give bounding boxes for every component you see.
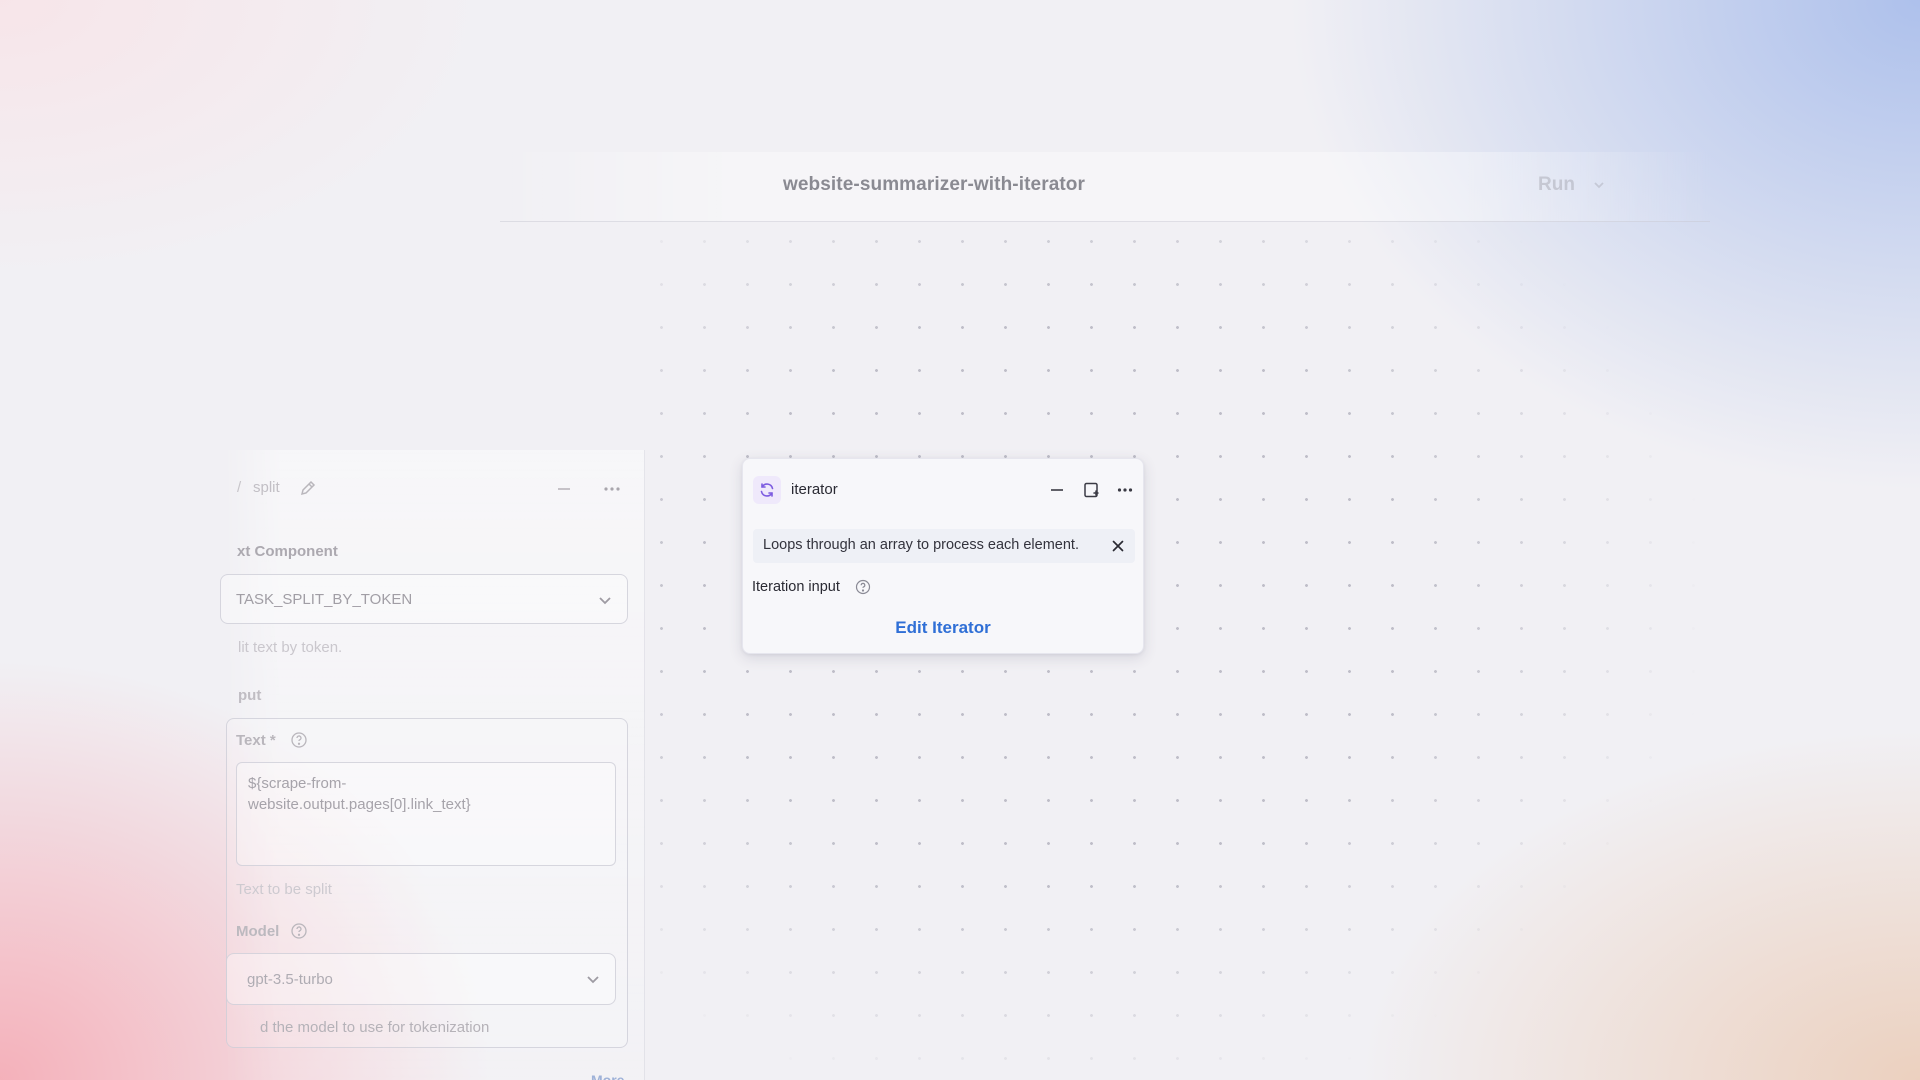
pipeline-title: website-summarizer-with-iterator (783, 174, 1085, 195)
model-select-value: gpt-3.5-turbo (247, 971, 333, 988)
split-node-title: split (253, 479, 280, 496)
iterator-info-banner: Loops through an array to process each e… (753, 529, 1135, 563)
iterator-info-text: Loops through an array to process each e… (763, 537, 1079, 553)
loop-icon (760, 483, 774, 497)
more-options-button[interactable] (1114, 479, 1136, 501)
task-select-value: TASK_SPLIT_BY_TOKEN (236, 591, 413, 608)
help-circle-icon[interactable] (855, 579, 871, 595)
expand-icon (1084, 482, 1099, 498)
more-link[interactable]: More (591, 1072, 624, 1080)
iterator-node-icon-wrap (753, 476, 781, 504)
run-button[interactable]: Run (1538, 174, 1575, 196)
help-circle-icon[interactable] (290, 922, 308, 940)
chevron-down-icon[interactable] (1592, 178, 1606, 192)
minimize-button[interactable] (1046, 479, 1068, 501)
component-label: xt Component (237, 543, 338, 560)
text-field-hint: Text to be split (236, 881, 332, 898)
model-field-label: Model (236, 923, 280, 940)
split-node-prefix: / (237, 479, 242, 496)
input-section-label: put (238, 687, 262, 704)
close-icon (1112, 540, 1124, 552)
chevron-down-icon[interactable] (584, 970, 602, 988)
help-circle-icon[interactable] (290, 731, 308, 749)
ellipsis-icon (1117, 488, 1133, 492)
iterator-node[interactable]: iterator Loops through an array to proce… (742, 458, 1144, 654)
edit-iterator-button[interactable]: Edit Iterator (863, 615, 1023, 641)
topbar (500, 152, 1710, 222)
ellipsis-icon[interactable] (602, 480, 622, 498)
text-field-textarea[interactable]: ${scrape-from- website.output.pages[0].l… (236, 762, 616, 866)
iteration-input-label: Iteration input (752, 579, 840, 595)
pencil-icon[interactable] (298, 478, 318, 498)
info-close-button[interactable] (1107, 535, 1129, 557)
task-description: lit text by token. (238, 639, 343, 656)
iterator-node-title[interactable]: iterator (791, 481, 838, 498)
minus-icon[interactable] (555, 480, 573, 498)
model-hint: d the model to use for tokenization (260, 1019, 490, 1036)
expand-button[interactable] (1080, 479, 1102, 501)
chevron-down-icon[interactable] (596, 591, 614, 609)
text-field-label: Text * (236, 732, 276, 749)
minus-icon (1051, 489, 1063, 491)
